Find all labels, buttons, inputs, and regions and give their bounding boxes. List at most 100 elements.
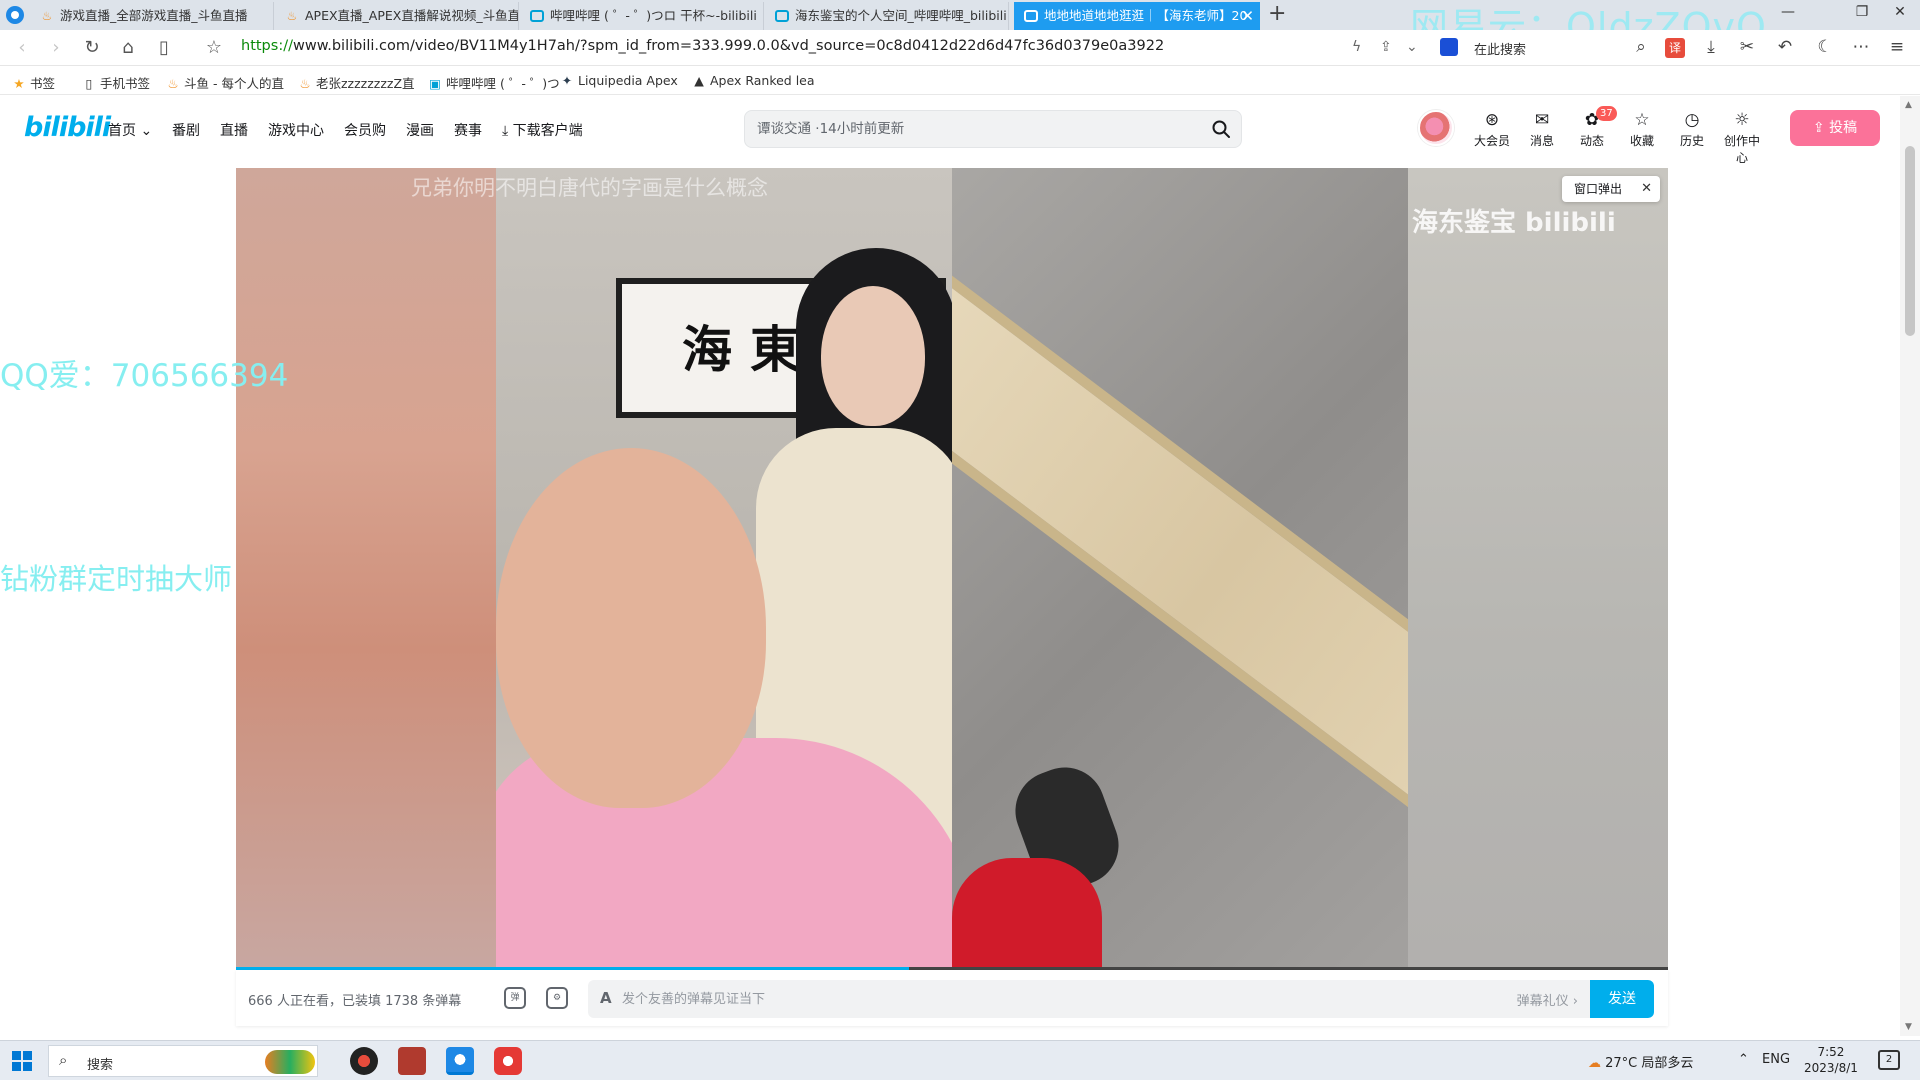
bookmark-item[interactable]: ✦ Liquipedia Apex — [560, 73, 678, 88]
bookmark-item[interactable]: ▣ 哔哩哔哩 ( ゜- ゜)つ — [428, 73, 560, 92]
message-icon: ✉ — [1534, 110, 1550, 130]
upload-button[interactable]: ⇪ 投稿 — [1790, 110, 1880, 146]
home-icon[interactable]: ⌂ — [116, 36, 140, 60]
close-icon[interactable]: ✕ — [1641, 176, 1652, 202]
nav-home[interactable]: 首页 ⌄ — [108, 120, 152, 140]
url-field[interactable]: https://www.bilibili.com/video/BV11M4y1H… — [241, 38, 1164, 54]
input-language[interactable]: ENG — [1762, 1052, 1790, 1067]
bookmark-star-icon[interactable]: ☆ — [202, 36, 226, 60]
lightning-icon[interactable]: ϟ — [1352, 39, 1361, 55]
undo-icon[interactable]: ↶ — [1774, 37, 1796, 57]
night-mode-icon[interactable]: ☾ — [1814, 37, 1836, 57]
bookmark-label: Liquipedia Apex — [578, 73, 678, 88]
send-button[interactable]: 发送 — [1590, 980, 1654, 1018]
nav-download-client[interactable]: ⤓ 下载客户端 — [502, 120, 583, 140]
video-frame-studio: 海東 — [496, 168, 952, 970]
danmaku-toggle-icon[interactable]: 弹 — [504, 987, 526, 1009]
system-clock[interactable]: 7:52 2023/8/1 — [1804, 1044, 1858, 1076]
douyu-icon: ♨ — [286, 9, 298, 23]
window-close-icon[interactable]: ✕ — [1886, 4, 1914, 20]
page-scrollbar[interactable]: ▲ ▼ — [1900, 96, 1920, 1036]
taskbar-app-obs-icon[interactable] — [350, 1047, 378, 1075]
search-input[interactable] — [757, 119, 1197, 139]
star-icon: ★ — [13, 76, 25, 91]
taskbar-app-netease-music-icon[interactable] — [494, 1047, 522, 1075]
nav-anime[interactable]: 番剧 — [172, 120, 200, 140]
scissors-icon[interactable]: ✂ — [1736, 37, 1758, 57]
minimize-icon[interactable]: — — [1774, 4, 1802, 20]
bookmark-item[interactable]: ♨ 斗鱼 - 每个人的直 — [166, 73, 284, 92]
forward-icon[interactable]: › — [44, 36, 68, 60]
share-icon[interactable]: ⇪ — [1380, 39, 1392, 55]
danmaku-send-bar: 666 人正在看，已装填 1738 条弹幕 弹 ⚙ A 弹幕礼仪 › 发送 — [236, 970, 1668, 1026]
back-icon[interactable]: ‹ — [10, 36, 34, 60]
font-style-icon[interactable]: A — [600, 989, 612, 1007]
notification-center-icon[interactable]: 2 — [1878, 1050, 1900, 1070]
reader-icon[interactable]: ▯ — [152, 36, 176, 60]
douyu-icon: ♨ — [167, 76, 179, 91]
restore-icon[interactable]: ❐ — [1848, 4, 1876, 20]
overlay-watermark-fans: 钻粉群定时抽大师 — [0, 562, 233, 596]
bookmark-label: 哔哩哔哩 ( ゜- ゜)つ — [446, 76, 560, 91]
bookmark-item[interactable]: ▲ Apex Ranked lea — [692, 73, 815, 88]
header-vip[interactable]: ⊛ 大会员 — [1470, 110, 1514, 149]
danmaku-settings-icon[interactable]: ⚙ — [546, 987, 568, 1009]
scroll-thumb[interactable] — [1905, 146, 1915, 336]
nav-game-center[interactable]: 游戏中心 — [268, 120, 324, 140]
weather-widget[interactable]: ☁ 27°C 局部多云 — [1588, 1052, 1693, 1071]
translate-icon[interactable]: 译 — [1665, 38, 1685, 58]
new-tab-button[interactable]: + — [1268, 2, 1286, 26]
video-blur-right — [1408, 168, 1668, 970]
header-messages[interactable]: ✉ 消息 — [1520, 110, 1564, 149]
tab-label: 地地地道地地逛逛｜【海东老师】20 — [1044, 8, 1248, 23]
more-icon[interactable]: ⋯ — [1850, 37, 1872, 57]
bookmark-bar: ★ 书签 ▯ 手机书签 ♨ 斗鱼 - 每个人的直 ♨ 老张zzzzzzzzZ直 ▣ 哔哩哔… — [0, 67, 1920, 95]
scroll-down-icon[interactable]: ▼ — [1905, 1022, 1912, 1032]
taskbar-app-apex-icon[interactable] — [398, 1047, 426, 1075]
chevron-down-icon[interactable]: ⌄ — [1406, 39, 1418, 55]
tab-bilibili-space[interactable]: 海东鉴宝的个人空间_哔哩哔哩_bilibili — [765, 2, 1009, 30]
header-history[interactable]: ◷ 历史 — [1670, 110, 1714, 149]
bilibili-logo[interactable]: bilibili — [24, 112, 111, 143]
search-engine-icon[interactable] — [1440, 38, 1458, 56]
vip-icon: ⊛ — [1484, 110, 1500, 130]
header-dynamic[interactable]: ✿ 动态 37 — [1570, 106, 1617, 149]
video-player[interactable]: 海東 兄弟你明不明白唐代的字画是什么概念 海东鉴宝 bilibili 窗口弹出 … — [236, 168, 1668, 970]
reload-icon[interactable]: ↻ — [80, 36, 104, 60]
search-icon[interactable] — [1211, 119, 1231, 139]
tab-douyu-games[interactable]: ♨ 游戏直播_全部游戏直播_斗鱼直播 — [30, 2, 274, 30]
nav-live[interactable]: 直播 — [220, 120, 248, 140]
popout-button[interactable]: 窗口弹出 ✕ — [1562, 176, 1660, 202]
header-creator-center[interactable]: ☼ 创作中心 — [1720, 110, 1764, 166]
windows-start-icon[interactable] — [12, 1051, 32, 1071]
tab-douyu-apex[interactable]: ♨ APEX直播_APEX直播解说视频_斗鱼直 — [275, 2, 519, 30]
tab-bilibili-home[interactable]: 哔哩哔哩 ( ゜- ゜)つロ 干杯~-bilibili — [520, 2, 764, 30]
tab-bilibili-video-active[interactable]: 地地地道地地逛逛｜【海东老师】20 ✕ — [1014, 2, 1260, 30]
danmaku-input[interactable] — [622, 989, 1422, 1009]
menu-icon[interactable]: ≡ — [1886, 37, 1908, 57]
nav-esports[interactable]: 赛事 — [454, 120, 482, 140]
nav-manga[interactable]: 漫画 — [406, 120, 434, 140]
taskbar-search-label: 搜索 — [87, 1058, 114, 1073]
bilibili-header: bilibili 首页 ⌄ 番剧 直播 游戏中心 会员购 漫画 赛事 ⤓ 下载客… — [0, 96, 1900, 165]
bookmark-label: 老张zzzzzzzzZ直 — [316, 76, 415, 91]
download-icon[interactable]: ⤓ — [1700, 37, 1722, 57]
bookmark-label: Apex Ranked lea — [710, 73, 815, 88]
danmaku-etiquette-link[interactable]: 弹幕礼仪 › — [1517, 990, 1578, 1009]
avatar[interactable] — [1418, 110, 1454, 146]
close-icon[interactable]: ✕ — [1241, 2, 1254, 30]
taskbar-search[interactable]: ⌕ 搜索 — [48, 1045, 318, 1077]
nav-mall[interactable]: 会员购 — [344, 120, 386, 140]
bookmark-item[interactable]: ★ 书签 — [12, 73, 55, 92]
search-icon[interactable]: ⌕ — [1630, 37, 1652, 57]
browser-logo-icon[interactable] — [6, 6, 24, 24]
video-blur-left — [236, 168, 496, 970]
scroll-up-icon[interactable]: ▲ — [1905, 100, 1912, 110]
bookmark-label: 斗鱼 - 每个人的直 — [184, 76, 284, 91]
browser-search-hint[interactable]: 在此搜索 — [1474, 39, 1526, 58]
bookmark-item[interactable]: ♨ 老张zzzzzzzzZ直 — [298, 73, 415, 92]
bookmark-item[interactable]: ▯ 手机书签 — [82, 73, 150, 92]
tray-expand-icon[interactable]: ⌃ — [1738, 1052, 1749, 1067]
taskbar-app-browser-icon[interactable] — [446, 1047, 474, 1075]
header-favorites[interactable]: ☆ 收藏 — [1620, 110, 1664, 149]
